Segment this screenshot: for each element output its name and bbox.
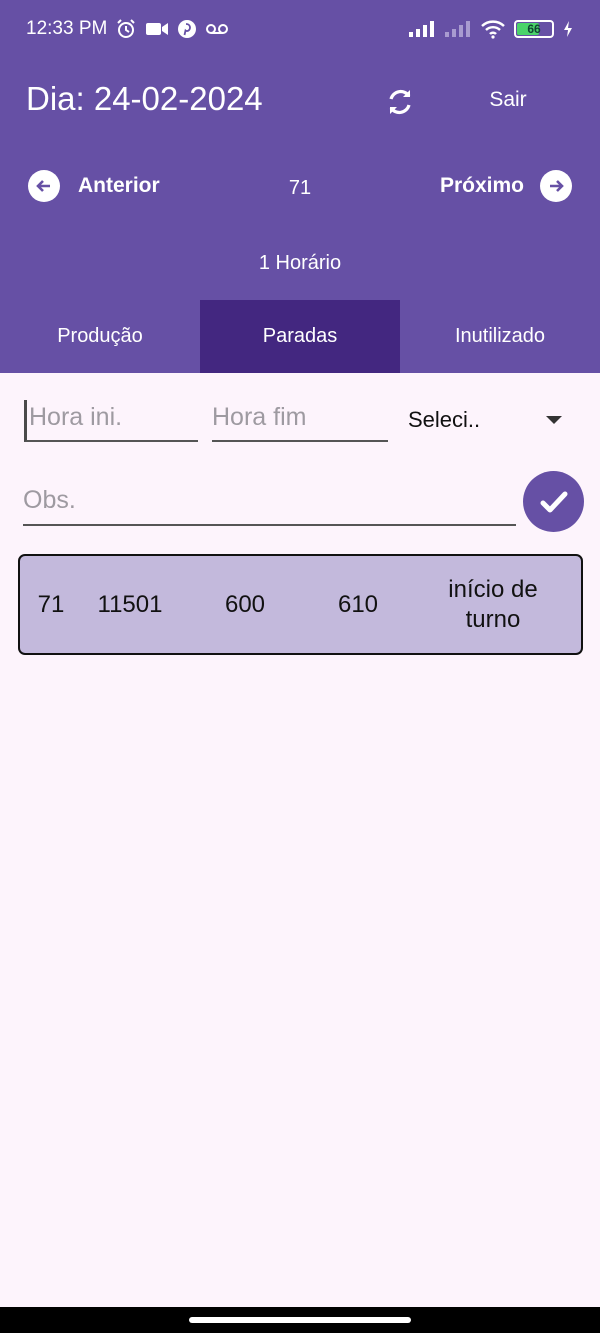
signal-off-icon bbox=[445, 21, 470, 37]
signal-icon bbox=[409, 21, 434, 37]
system-nav-bar bbox=[0, 1307, 600, 1333]
status-bar: 12:33 PM 66 bbox=[0, 0, 600, 58]
sync-button[interactable] bbox=[382, 84, 418, 120]
previous-button[interactable]: Anterior bbox=[28, 170, 160, 202]
record-id: 71 bbox=[37, 590, 65, 618]
dropdown-caret-icon bbox=[546, 416, 562, 424]
record-code: 11501 bbox=[97, 590, 163, 618]
stop-record-card[interactable]: 71 11501 600 610 início de turno bbox=[18, 554, 583, 655]
previous-label: Anterior bbox=[78, 174, 160, 197]
battery-icon: 66 bbox=[514, 20, 554, 38]
tab-producao[interactable]: Produção bbox=[0, 300, 200, 373]
home-gesture-handle[interactable] bbox=[189, 1317, 411, 1323]
next-label: Próximo bbox=[439, 174, 524, 197]
record-end: 610 bbox=[337, 590, 379, 618]
tab-inutilizado[interactable]: Inutilizado bbox=[400, 300, 600, 373]
schedule-label: 1 Horário bbox=[258, 252, 342, 274]
record-reason: início de turno bbox=[448, 575, 538, 633]
video-icon bbox=[146, 23, 169, 35]
sync-icon bbox=[389, 89, 411, 115]
battery-level: 66 bbox=[527, 22, 541, 36]
observation-input[interactable] bbox=[23, 483, 516, 526]
page-title: Dia: 24-02-2024 bbox=[26, 80, 263, 117]
alarm-icon bbox=[117, 19, 136, 38]
confirm-button[interactable] bbox=[523, 471, 584, 532]
record-count: 71 bbox=[288, 177, 312, 199]
tab-bar: Produção Paradas Inutilizado bbox=[0, 300, 600, 373]
arrow-left-icon bbox=[28, 170, 60, 202]
start-time-input[interactable] bbox=[24, 400, 198, 442]
record-start: 600 bbox=[224, 590, 266, 618]
status-time: 12:33 PM bbox=[26, 18, 108, 39]
wifi-icon bbox=[481, 20, 505, 39]
reason-select[interactable]: Seleci.. bbox=[408, 404, 568, 436]
exit-button[interactable]: Sair bbox=[472, 88, 544, 118]
check-icon bbox=[540, 491, 567, 512]
end-time-input[interactable] bbox=[212, 400, 388, 442]
select-value: Seleci.. bbox=[408, 407, 481, 432]
next-button[interactable]: Próximo bbox=[440, 170, 572, 202]
arrow-right-icon bbox=[540, 170, 572, 202]
tab-paradas[interactable]: Paradas bbox=[200, 300, 400, 373]
pinterest-icon bbox=[178, 20, 197, 38]
app-bar: 12:33 PM 66 Dia: 24-02-2024 Sair Anterio… bbox=[0, 0, 600, 373]
voicemail-icon bbox=[206, 24, 229, 34]
charging-icon bbox=[564, 21, 572, 37]
